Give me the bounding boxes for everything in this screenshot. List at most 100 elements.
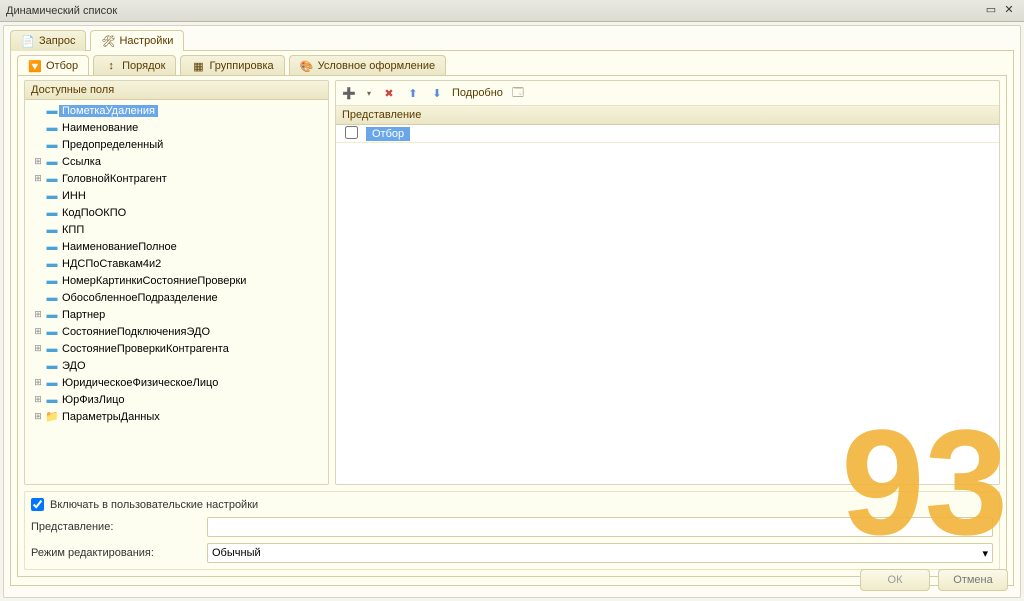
- field-icon: ▬: [45, 326, 59, 338]
- tree-item-label: КодПоОКПО: [59, 207, 129, 219]
- field-icon: ▬: [45, 343, 59, 355]
- expand-icon[interactable]: ⊞: [31, 394, 45, 405]
- field-icon: ▬: [45, 258, 59, 270]
- settings-icon: 🛠: [101, 34, 115, 48]
- grid-row[interactable]: Отбор: [336, 125, 999, 143]
- tab-cond[interactable]: 🎨 Условное оформление: [289, 55, 446, 76]
- tree-item-label: НаименованиеПолное: [59, 241, 180, 253]
- move-up-button[interactable]: ⬆: [404, 84, 422, 102]
- ok-button[interactable]: ОК: [860, 569, 930, 591]
- available-fields-header: Доступные поля: [25, 81, 328, 100]
- tree-row[interactable]: ▬Наименование: [25, 119, 328, 136]
- tree-row[interactable]: ▬КодПоОКПО: [25, 204, 328, 221]
- details-button[interactable]: Подробно: [452, 87, 503, 99]
- tree-row[interactable]: ▬НаименованиеПолное: [25, 238, 328, 255]
- editmode-value: Обычный: [212, 547, 261, 559]
- tree-row[interactable]: ⊞📁ПараметрыДанных: [25, 408, 328, 425]
- cond-icon: 🎨: [300, 59, 314, 73]
- tab-group[interactable]: ▦ Группировка: [180, 55, 284, 76]
- titlebar: Динамический список ▭ ✕: [0, 0, 1024, 22]
- filter-toolbar: ➕ ▾ ✖ ⬆ ⬇ Подробно 🗔: [336, 81, 999, 106]
- expand-icon[interactable]: ⊞: [31, 156, 45, 167]
- properties-button[interactable]: 🗔: [509, 84, 527, 102]
- field-icon: ▬: [45, 292, 59, 304]
- order-icon: ↕: [104, 59, 118, 73]
- row-checkbox[interactable]: [336, 126, 366, 142]
- tree-row[interactable]: ▬ПометкаУдаления: [25, 102, 328, 119]
- available-fields-tree[interactable]: ▬ПометкаУдаления▬Наименование▬Предопреде…: [25, 100, 328, 484]
- tree-item-label: ПараметрыДанных: [59, 411, 163, 423]
- field-icon: ▬: [45, 377, 59, 389]
- tree-row[interactable]: ▬НДСПоСтавкам4и2: [25, 255, 328, 272]
- editmode-select[interactable]: Обычный ▾: [207, 543, 993, 563]
- tree-item-label: ПометкаУдаления: [59, 105, 158, 117]
- expand-icon[interactable]: ⊞: [31, 411, 45, 422]
- group-icon: ▦: [191, 59, 205, 73]
- tab-query[interactable]: 📄 Запрос: [10, 30, 86, 51]
- field-icon: ▬: [45, 105, 59, 117]
- tree-row[interactable]: ▬Предопределенный: [25, 136, 328, 153]
- tree-row[interactable]: ⊞▬СостояниеПроверкиКонтрагента: [25, 340, 328, 357]
- tab-cond-label: Условное оформление: [318, 60, 435, 72]
- workspace: 📄 Запрос 🛠 Настройки 🔽 Отбор ↕ Порядок ▦…: [3, 25, 1021, 598]
- grid-body[interactable]: Отбор: [336, 125, 999, 484]
- tab-query-label: Запрос: [39, 35, 75, 47]
- tree-item-label: Наименование: [59, 122, 141, 134]
- outer-tabbar: 📄 Запрос 🛠 Настройки: [10, 30, 1014, 51]
- presentation-row: Представление:: [31, 517, 993, 537]
- delete-button[interactable]: ✖: [380, 84, 398, 102]
- field-icon: ▬: [45, 173, 59, 185]
- settings-body: 🔽 Отбор ↕ Порядок ▦ Группировка 🎨 Условн…: [10, 50, 1014, 586]
- tree-row[interactable]: ⊞▬СостояниеПодключенияЭДО: [25, 323, 328, 340]
- tree-item-label: ЮридическоеФизическоеЛицо: [59, 377, 221, 389]
- move-down-button[interactable]: ⬇: [428, 84, 446, 102]
- tree-row[interactable]: ▬КПП: [25, 221, 328, 238]
- tree-item-label: СостояниеПодключенияЭДО: [59, 326, 213, 338]
- tab-settings[interactable]: 🛠 Настройки: [90, 30, 184, 51]
- tree-row[interactable]: ▬ЭДО: [25, 357, 328, 374]
- presentation-input[interactable]: [207, 517, 993, 537]
- window-maximize-icon[interactable]: ▭: [982, 3, 1000, 19]
- tree-row[interactable]: ⊞▬ЮрФизЛицо: [25, 391, 328, 408]
- tree-row[interactable]: ▬НомерКартинкиСостояниеПроверки: [25, 272, 328, 289]
- add-dropdown-icon[interactable]: ▾: [364, 84, 374, 102]
- tab-filter[interactable]: 🔽 Отбор: [17, 55, 89, 76]
- tree-row[interactable]: ▬ОбособленноеПодразделение: [25, 289, 328, 306]
- tree-row[interactable]: ▬ИНН: [25, 187, 328, 204]
- footer: ОК Отмена: [860, 569, 1008, 591]
- tree-item-label: ОбособленноеПодразделение: [59, 292, 221, 304]
- field-icon: ▬: [45, 190, 59, 202]
- tree-row[interactable]: ⊞▬Партнер: [25, 306, 328, 323]
- expand-icon[interactable]: ⊞: [31, 309, 45, 320]
- cancel-button[interactable]: Отмена: [938, 569, 1008, 591]
- include-checkbox[interactable]: [31, 498, 44, 511]
- tree-row[interactable]: ⊞▬ЮридическоеФизическоеЛицо: [25, 374, 328, 391]
- expand-icon[interactable]: ⊞: [31, 377, 45, 388]
- tab-settings-label: Настройки: [119, 35, 173, 47]
- tree-item-label: ЮрФизЛицо: [59, 394, 127, 406]
- field-icon: ▬: [45, 360, 59, 372]
- tab-order[interactable]: ↕ Порядок: [93, 55, 176, 76]
- tree-item-label: НДСПоСтавкам4и2: [59, 258, 164, 270]
- include-label[interactable]: Включать в пользовательские настройки: [50, 499, 258, 511]
- inner-tabbar: 🔽 Отбор ↕ Порядок ▦ Группировка 🎨 Условн…: [17, 55, 1007, 76]
- expand-icon[interactable]: ⊞: [31, 173, 45, 184]
- tree-row[interactable]: ⊞▬Ссылка: [25, 153, 328, 170]
- window-title: Динамический список: [6, 5, 982, 17]
- window-close-icon[interactable]: ✕: [1000, 3, 1018, 19]
- presentation-label: Представление:: [31, 521, 201, 533]
- field-icon: ▬: [45, 394, 59, 406]
- tab-group-label: Группировка: [209, 60, 273, 72]
- add-button[interactable]: ➕: [340, 84, 358, 102]
- tree-item-label: ЭДО: [59, 360, 89, 372]
- tree-item-label: КПП: [59, 224, 87, 236]
- tree-item-label: ИНН: [59, 190, 89, 202]
- query-icon: 📄: [21, 34, 35, 48]
- field-icon: ▬: [45, 275, 59, 287]
- filter-body: Доступные поля ▬ПометкаУдаления▬Наименов…: [17, 75, 1007, 577]
- tree-item-label: Ссылка: [59, 156, 104, 168]
- tree-row[interactable]: ⊞▬ГоловнойКонтрагент: [25, 170, 328, 187]
- expand-icon[interactable]: ⊞: [31, 326, 45, 337]
- expand-icon[interactable]: ⊞: [31, 343, 45, 354]
- folder-icon: 📁: [45, 410, 59, 423]
